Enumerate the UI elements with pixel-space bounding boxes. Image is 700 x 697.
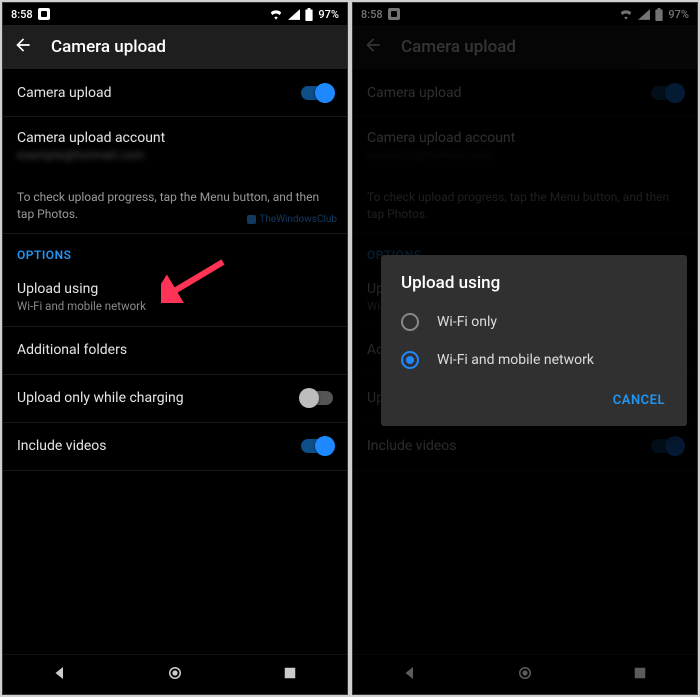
upload-hint-text: To check upload progress, tap the Menu b… — [3, 175, 347, 234]
toggle-charging[interactable] — [301, 391, 333, 405]
row-additional-folders[interactable]: Additional folders — [3, 327, 347, 375]
watermark: TheWindowsClub — [247, 213, 337, 227]
row-sub: Wi-Fi and mobile network — [17, 299, 146, 313]
row-label: Include videos — [17, 438, 107, 454]
toggle-include-videos[interactable] — [301, 439, 333, 453]
page-title: Camera upload — [51, 37, 166, 57]
radio-icon — [401, 313, 419, 331]
toggle-camera-upload[interactable] — [301, 86, 333, 100]
cancel-button[interactable]: CANCEL — [603, 385, 675, 416]
nav-bar — [3, 654, 347, 694]
wifi-icon — [269, 9, 283, 20]
clock: 8:58 — [11, 8, 33, 21]
row-label: Camera upload account — [17, 130, 165, 146]
notification-app-icon — [38, 8, 50, 20]
row-label: Upload using — [17, 281, 146, 297]
row-upload-while-charging[interactable]: Upload only while charging — [3, 375, 347, 423]
row-label: Camera upload — [17, 85, 111, 101]
radio-option-wifi-and-mobile[interactable]: Wi-Fi and mobile network — [381, 341, 687, 379]
status-bar: 8:58 97% — [3, 3, 347, 25]
phone-screen-settings: 8:58 97% Camera upload Camera upload Cam… — [2, 2, 348, 695]
radio-option-wifi-only[interactable]: Wi-Fi only — [381, 303, 687, 341]
radio-icon — [401, 351, 419, 369]
row-upload-account[interactable]: Camera upload account example@hotmail.co… — [3, 117, 347, 175]
back-arrow-icon[interactable] — [13, 35, 33, 59]
phone-screen-dialog: 8:58 97% Camera upload Camera upload Cam… — [352, 2, 698, 695]
dialog-title: Upload using — [381, 273, 687, 303]
cellular-signal-icon — [288, 9, 300, 20]
radio-label: Wi-Fi and mobile network — [437, 352, 594, 368]
dialog-upload-using: Upload using Wi-Fi only Wi-Fi and mobile… — [381, 255, 687, 426]
radio-label: Wi-Fi only — [437, 314, 497, 330]
row-upload-using[interactable]: Upload using Wi-Fi and mobile network — [3, 268, 347, 327]
nav-back-icon[interactable] — [51, 664, 69, 686]
row-label: Additional folders — [17, 342, 127, 358]
app-bar: Camera upload — [3, 25, 347, 69]
nav-home-icon[interactable] — [166, 664, 184, 686]
nav-recent-icon[interactable] — [281, 664, 299, 686]
row-camera-upload[interactable]: Camera upload — [3, 69, 347, 117]
battery-icon — [305, 8, 313, 21]
row-label: Upload only while charging — [17, 390, 184, 406]
row-include-videos[interactable]: Include videos — [3, 423, 347, 471]
section-header-options: OPTIONS — [3, 234, 347, 268]
account-email: example@hotmail.com — [17, 148, 165, 162]
battery-percent: 97% — [318, 8, 339, 21]
